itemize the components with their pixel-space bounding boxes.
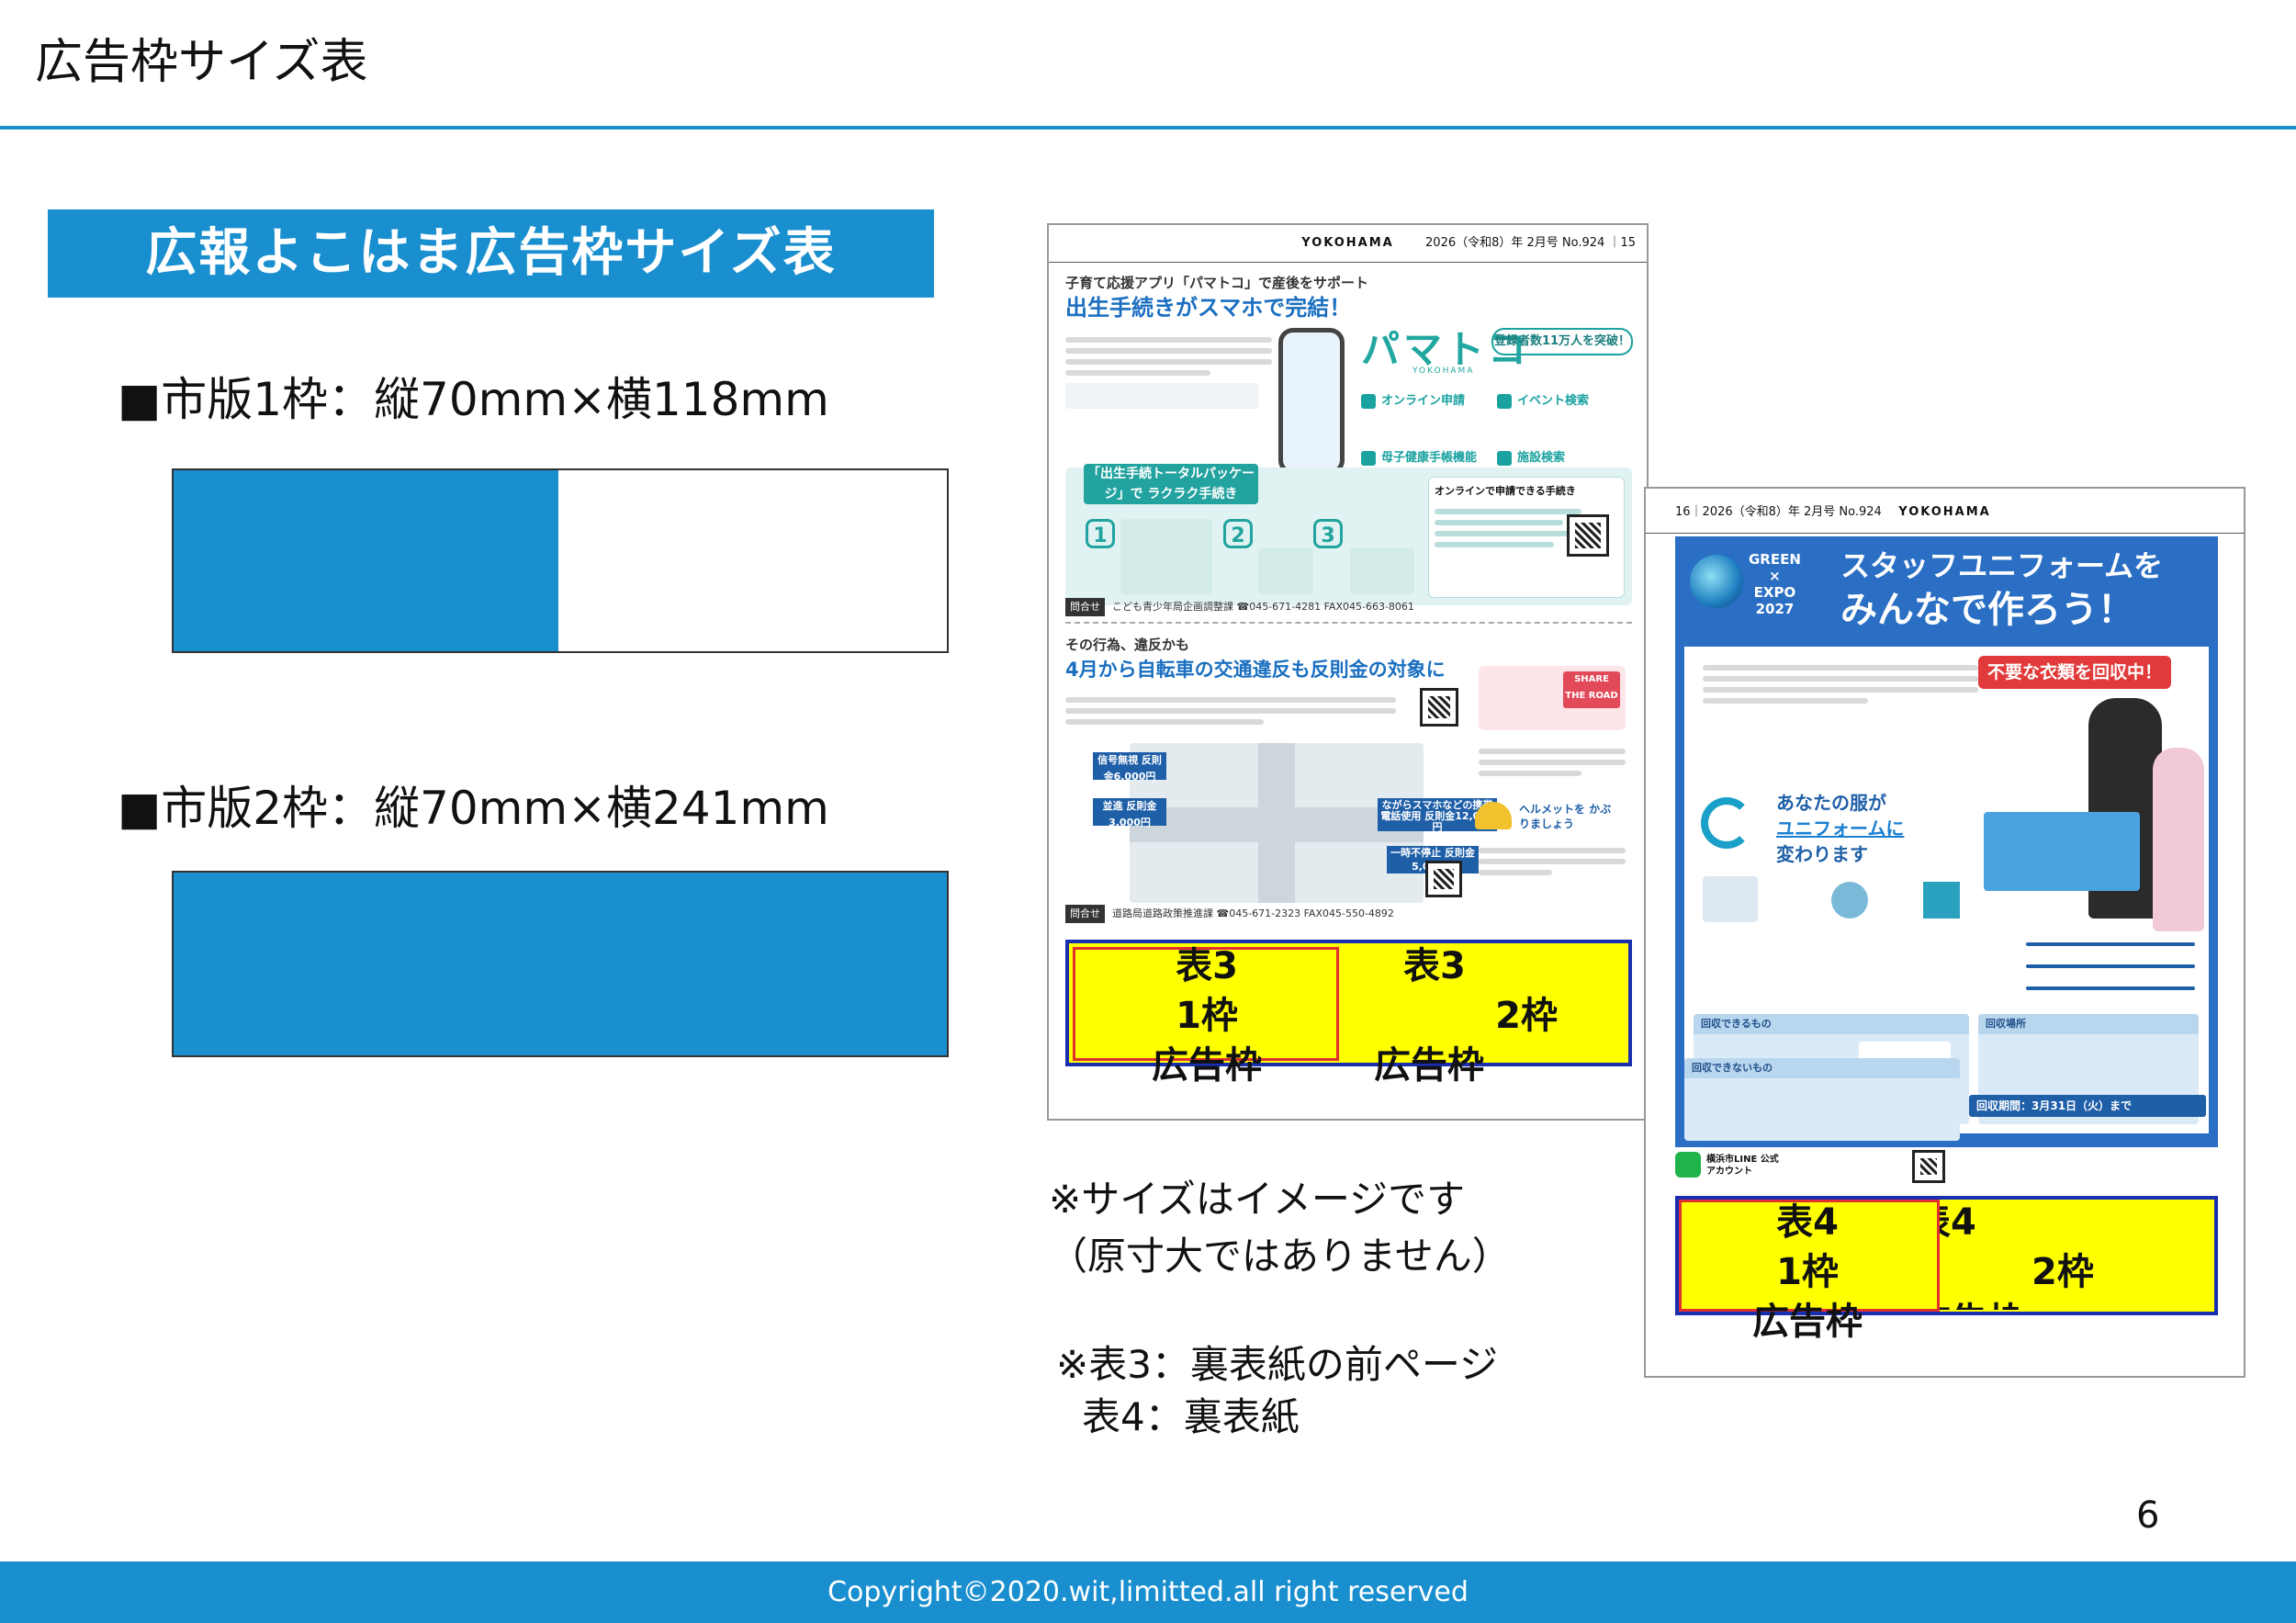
mag1-a2-contact: 問合せ 道路局道路政策推進課 ☎045-671-2323 FAX045-550-4… <box>1065 905 1632 923</box>
qr-code-icon <box>1425 861 1462 897</box>
mag1-online-panel: オンラインで申請できる手続き <box>1428 477 1625 598</box>
mag2-ad-2-label: 表42枠広告枠 <box>1940 1201 2094 1310</box>
handbook-icon <box>1361 450 1376 466</box>
mag1-article-bicycle: その行為、違反かも 4月から自転車の交通違反も反則金の対象に SHARE THE… <box>1065 635 1632 910</box>
mag1-ad-area: 表3 1枠 広告枠 表3 2枠 広告枠 <box>1065 940 1632 1087</box>
mag1-a1-kicker: 子育て応援アプリ「パマトコ」で産後をサポート <box>1065 275 1369 291</box>
spec-2-frame-label: ■市版2枠：縦70mm×横241mm <box>118 782 829 835</box>
mag2-cannot-collect-title: 回収できないもの <box>1684 1058 1960 1078</box>
mag2-ad-1-label: 表4 1枠 広告枠 <box>1752 1201 1863 1343</box>
mag2-effect-pill-3 <box>2026 986 2195 990</box>
mag2-collect-banner: 不要な衣類を回収中！ <box>1978 656 2171 689</box>
tshirt-icon <box>1923 882 1960 919</box>
helmet-icon <box>1475 802 1512 829</box>
size-note: ※サイズはイメージです <box>1049 1177 1466 1222</box>
mag2-header: 16｜2026（令和8）年 2月号 No.924 YOKOHAMA <box>1646 489 2244 534</box>
mag1-ad-2-label: 表3 2枠 広告枠 <box>1374 945 1558 1087</box>
qr-code-icon <box>1912 1150 1945 1183</box>
mag1-feature-2: イベント検索 <box>1497 390 1589 409</box>
mag1-feature-1: オンライン申請 <box>1361 390 1465 409</box>
green-expo-logo-text: GREEN × EXPO 2027 <box>1749 551 1801 617</box>
step-2-badge: 2 <box>1223 519 1253 548</box>
mag2-effect-pill-1 <box>2026 942 2195 946</box>
fine-tag-1: 信号無視 反則金6,000円 <box>1093 752 1166 783</box>
flag-icon <box>1497 393 1512 409</box>
mag2-subtitle: あなたの服が ユニフォームに 変わります <box>1776 792 1905 865</box>
mag2-effect-pill-2 <box>2026 964 2195 968</box>
mag2-line-label: 横浜市LINE 公式アカウント <box>1706 1155 1779 1177</box>
size-note-2: （原寸大ではありません） <box>1049 1234 1511 1279</box>
mag1-header: YOKOHAMA 2026（令和8）年 2月号 No.924 ｜15 <box>1049 225 1647 263</box>
collection-box-illustration <box>1984 812 2140 891</box>
mag1-a1-contact: 問合せ こども青少年局企画調整課 ☎045-671-4281 FAX045-663… <box>1065 598 1632 616</box>
mag1-a2-kicker: その行為、違反かも <box>1065 637 1190 653</box>
mag2-cannot-collect-panel: 回収できないもの <box>1684 1058 1960 1141</box>
step-3-badge: 3 <box>1313 519 1343 548</box>
footer-bar: Copyright©2020.wit,limitted.all right re… <box>0 1561 2296 1623</box>
page-number: 6 <box>2136 1494 2160 1537</box>
mag2-deadline: 回収期間：3月31日（火）まで <box>1969 1095 2206 1117</box>
mag1-badge: 登録者数11万人を突破！ <box>1491 328 1633 355</box>
phone-icon <box>1278 328 1345 475</box>
h4-note: 表4：裏表紙 <box>1082 1394 1300 1439</box>
globe-icon <box>1690 555 1743 608</box>
mag1-helmet-text: ヘルメットを かぶりましょう <box>1519 803 1612 830</box>
size-diagram-1-fill <box>174 470 558 651</box>
recycle-icon <box>1701 797 1752 849</box>
mag1-pamatoko-logo-sub: YOKOHAMA <box>1412 366 1475 376</box>
fine-tag-2: 並進 反則金3,000円 <box>1093 798 1166 828</box>
qr-code-icon <box>1420 688 1458 727</box>
mag1-a1-body <box>1065 332 1272 381</box>
child-illustration <box>2153 748 2204 931</box>
mag2-ad-2-label-clip: 表42枠広告枠 <box>1940 1198 2215 1310</box>
magazine-page-h4: 16｜2026（令和8）年 2月号 No.924 YOKOHAMA GREEN … <box>1644 487 2245 1378</box>
size-diagram-2-fill <box>174 873 947 1055</box>
feature-icon <box>1361 393 1376 409</box>
magazine-page-h3: YOKOHAMA 2026（令和8）年 2月号 No.924 ｜15 子育て応援… <box>1047 223 1649 1121</box>
mag1-a1-city-illustration <box>1065 383 1258 409</box>
mag1-package-banner: 「出生手続トータルパッケージ」で ラクラク手続き <box>1084 464 1258 504</box>
qr-code-icon <box>1567 514 1609 557</box>
mag1-a1-headline: 出生手続きがスマホで完結！ <box>1065 295 1352 321</box>
mag2-brand: YOKOHAMA <box>1898 505 1991 519</box>
mag1-article-divider <box>1065 622 1632 624</box>
spec-1-frame-label: ■市版1枠：縦70mm×横118mm <box>118 373 829 426</box>
mag1-article-pamatoko: 子育て応援アプリ「パマトコ」で産後をサポート 出生手続きがスマホで完結！ パマト… <box>1065 273 1633 631</box>
mag2-title: スタッフユニフォームを みんなで作ろう！ <box>1840 548 2164 631</box>
section-banner: 広報よこはま広告枠サイズ表 <box>48 209 934 298</box>
page-title: 広告枠サイズ表 <box>35 35 368 90</box>
mag1-feature-3: 母子健康手帳機能 <box>1361 447 1477 466</box>
mag2-place-title: 回収場所 <box>1978 1014 2199 1034</box>
green-expo-logo: GREEN × EXPO 2027 <box>1684 544 1801 636</box>
mag2-ad-area: 表41枠広告枠 表42枠広告枠 <box>1675 1196 2218 1343</box>
mag1-share-road-logo: SHARE THE ROAD <box>1563 671 1620 708</box>
step-1-illustration <box>1120 519 1212 594</box>
mag1-ad-1-label: 表3 1枠 広告枠 <box>1152 945 1262 1087</box>
mag1-issue: 2026（令和8）年 2月号 No.924 ｜15 <box>1425 236 1636 250</box>
size-diagram-1-frame <box>172 468 949 653</box>
copyright-text: Copyright©2020.wit,limitted.all right re… <box>827 1576 1469 1608</box>
fabric-roll-icon <box>1831 882 1868 919</box>
size-diagram-2-frame <box>172 871 949 1057</box>
box-icon <box>1703 876 1758 922</box>
building-icon <box>1497 450 1512 466</box>
mag2-uniform-panel: GREEN × EXPO 2027 スタッフユニフォームを みんなで作ろう！ 不… <box>1675 536 2218 1147</box>
step-3-illustration <box>1350 548 1414 594</box>
mag2-can-collect-title: 回収できるもの <box>1694 1014 1969 1034</box>
title-divider <box>0 126 2296 130</box>
step-2-illustration <box>1258 548 1313 594</box>
mag1-a2-body <box>1065 692 1396 730</box>
mag1-share-road-panel: SHARE THE ROAD <box>1479 666 1626 730</box>
line-app-icon <box>1675 1152 1701 1178</box>
mag1-a2-side-body <box>1479 743 1626 782</box>
step-1-badge: 1 <box>1086 519 1115 548</box>
mag1-online-title: オンラインで申請できる手続き <box>1435 485 1576 497</box>
h3-note: ※表3：裏表紙の前ページ <box>1056 1342 1499 1387</box>
mag1-feature-4: 施設検索 <box>1497 447 1565 466</box>
